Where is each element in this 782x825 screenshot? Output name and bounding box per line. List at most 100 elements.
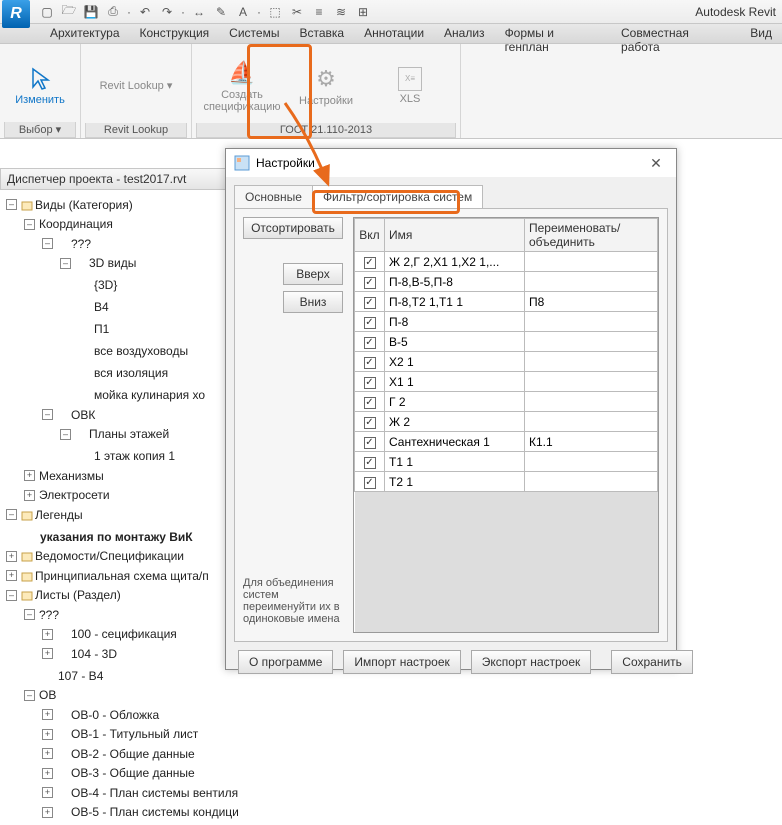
checkbox[interactable]: ✓ [364, 297, 376, 309]
cell-name[interactable]: П-8 [385, 312, 525, 332]
cell-name[interactable]: Ж 2,Г 2,X1 1,X2 1,... [385, 252, 525, 272]
tab-main[interactable]: Основные [234, 185, 313, 208]
tab-annotate[interactable]: Аннотации [354, 24, 434, 43]
col-rename[interactable]: Переименовать/объединить [525, 219, 658, 252]
checkbox[interactable]: ✓ [364, 397, 376, 409]
measure-icon[interactable]: ✎ [212, 3, 230, 21]
tree-node[interactable]: 1 этаж копия 1 [2, 443, 248, 465]
cell-name[interactable]: Ж 2 [385, 412, 525, 432]
cell-name[interactable]: П-8,Т2 1,Т1 1 [385, 292, 525, 312]
tree-node[interactable]: B4 [2, 294, 248, 316]
grid-row[interactable]: ✓ П-8,B-5,П-8 [355, 272, 658, 292]
tree-node[interactable]: –Листы (Раздел) [2, 585, 248, 605]
grid-row[interactable]: ✓X2 1 [355, 352, 658, 372]
tree-node[interactable]: +ОВ-4 - План системы вентиля [2, 782, 248, 802]
tree-node[interactable]: +100 - сецификация [2, 624, 248, 644]
cell-rename[interactable] [525, 452, 658, 472]
cell-rename[interactable] [525, 472, 658, 492]
expand-icon[interactable]: + [42, 768, 53, 779]
tab-filter-sort[interactable]: Фильтр/сортировка систем [312, 185, 483, 208]
save-button[interactable]: Сохранить [611, 650, 693, 674]
save-icon[interactable]: 💾 [82, 3, 100, 21]
tree-node[interactable]: +ОВ-0 - Обложка [2, 704, 248, 724]
paste-icon[interactable]: ⎙ [104, 3, 122, 21]
tree-node[interactable]: +Ведомости/Спецификации [2, 546, 248, 566]
revit-lookup-button[interactable]: Revit Lookup ▾ [91, 53, 181, 119]
xls-button[interactable]: X≡ XLS [370, 53, 450, 119]
cell-name[interactable]: B-5 [385, 332, 525, 352]
tree-node[interactable]: мойка кулинария хо [2, 382, 248, 404]
checkbox[interactable]: ✓ [364, 277, 376, 289]
cell-rename[interactable] [525, 392, 658, 412]
expand-icon[interactable]: – [6, 199, 17, 210]
expand-icon[interactable]: + [42, 729, 53, 740]
expand-icon[interactable]: – [42, 238, 53, 249]
expand-icon[interactable]: + [24, 470, 35, 481]
about-button[interactable]: О программе [238, 650, 333, 674]
tag-icon[interactable]: ≡ [310, 3, 328, 21]
grid-row[interactable]: ✓Сантехническая 1К1.1 [355, 432, 658, 452]
expand-icon[interactable]: – [6, 590, 17, 601]
cell-rename[interactable] [525, 372, 658, 392]
tree-node[interactable]: +ОВ-3 - Общие данные [2, 763, 248, 783]
close-view-icon[interactable]: ⊞ [354, 3, 372, 21]
expand-icon[interactable]: + [42, 807, 53, 818]
cell-rename[interactable] [525, 312, 658, 332]
tree-node[interactable]: –Виды (Категория) [2, 194, 248, 214]
cell-rename[interactable] [525, 412, 658, 432]
down-button[interactable]: Вниз [283, 291, 343, 313]
grid-row[interactable]: ✓X1 1 [355, 372, 658, 392]
cell-rename[interactable] [525, 352, 658, 372]
tab-systems[interactable]: Системы [219, 24, 289, 43]
modify-button[interactable]: Изменить [10, 52, 70, 118]
tab-view[interactable]: Вид [740, 24, 782, 43]
expand-icon[interactable]: + [24, 490, 35, 501]
cell-name[interactable]: X1 1 [385, 372, 525, 392]
checkbox[interactable]: ✓ [364, 457, 376, 469]
tab-insert[interactable]: Вставка [289, 24, 354, 43]
expand-icon[interactable]: + [42, 787, 53, 798]
checkbox[interactable]: ✓ [364, 437, 376, 449]
checkbox[interactable]: ✓ [364, 417, 376, 429]
col-name[interactable]: Имя [385, 219, 525, 252]
cell-name[interactable]: X2 1 [385, 352, 525, 372]
cell-rename[interactable]: П8 [525, 292, 658, 312]
tree-node[interactable]: –ОВК [2, 404, 248, 424]
expand-icon[interactable]: + [42, 748, 53, 759]
tree-node[interactable]: П1 [2, 316, 248, 338]
expand-icon[interactable]: – [42, 409, 53, 420]
3d-icon[interactable]: ⬚ [266, 3, 284, 21]
thin-icon[interactable]: ≋ [332, 3, 350, 21]
tab-massing[interactable]: Формы и генплан [495, 24, 611, 43]
tab-analyze[interactable]: Анализ [434, 24, 495, 43]
cell-rename[interactable] [525, 252, 658, 272]
expand-icon[interactable]: + [6, 570, 17, 581]
tree-node[interactable]: все воздуховоды [2, 338, 248, 360]
tab-structure[interactable]: Конструкция [130, 24, 220, 43]
tree-node[interactable]: –Координация [2, 214, 248, 234]
tree-node[interactable]: –??? [2, 604, 248, 624]
tree-node[interactable]: –??? [2, 233, 248, 253]
tree-node[interactable]: вся изоляция [2, 360, 248, 382]
redo-icon[interactable]: ↷ [158, 3, 176, 21]
create-schedule-button[interactable]: ⛵ Создать спецификацию [202, 53, 282, 119]
cell-name[interactable]: Сантехническая 1 [385, 432, 525, 452]
tree-node[interactable]: +104 - 3D [2, 643, 248, 663]
tree-node[interactable]: +Принципиальная схема щита/п [2, 565, 248, 585]
grid-row[interactable]: ✓B-5 [355, 332, 658, 352]
grid-row[interactable]: ✓ Ж 2 [355, 412, 658, 432]
dimension-icon[interactable]: ↔ [190, 3, 208, 21]
tree-node[interactable]: –ОВ [2, 685, 248, 705]
tree-node[interactable]: –Легенды [2, 504, 248, 524]
tree-node[interactable]: 107 - B4 [2, 663, 248, 685]
tree-node[interactable]: –Планы этажей [2, 424, 248, 444]
section-icon[interactable]: ✂ [288, 3, 306, 21]
expand-icon[interactable]: – [24, 690, 35, 701]
cell-rename[interactable] [525, 332, 658, 352]
dialog-close-button[interactable]: ✕ [644, 155, 668, 172]
expand-icon[interactable]: + [42, 648, 53, 659]
app-logo[interactable]: R [2, 0, 30, 28]
grid-row[interactable]: ✓П-8 [355, 312, 658, 332]
cell-name[interactable]: П-8,B-5,П-8 [385, 272, 525, 292]
grid-row[interactable]: ✓Т2 1 [355, 472, 658, 492]
